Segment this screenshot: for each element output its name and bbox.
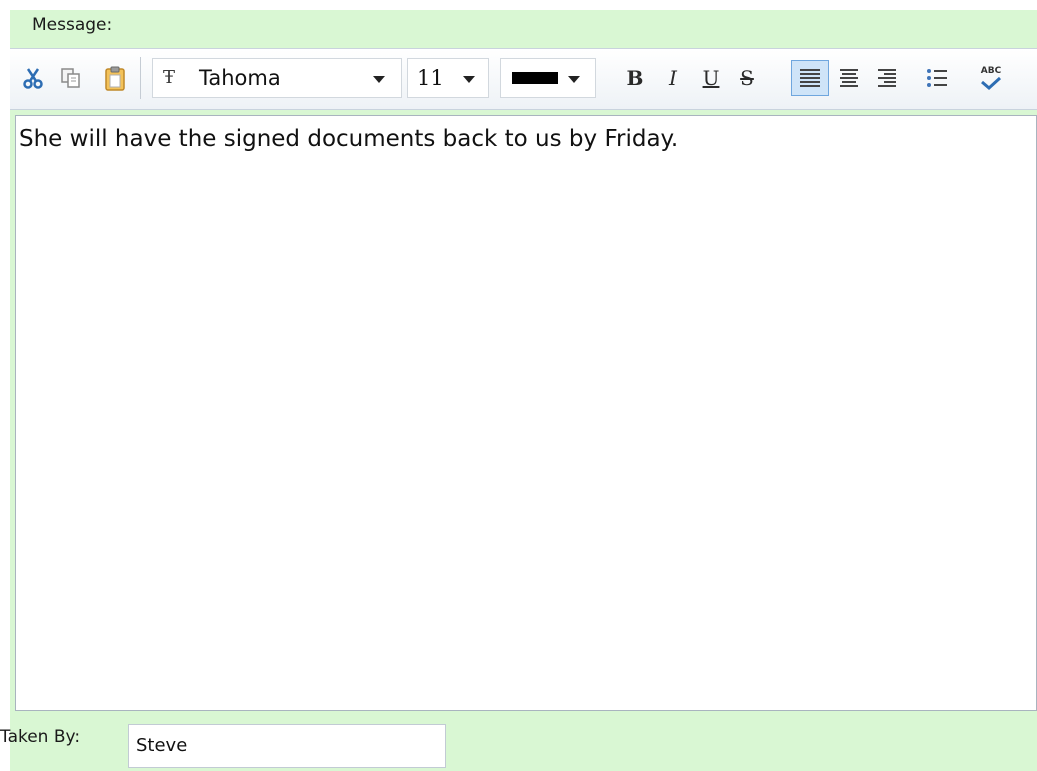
chevron-down-icon	[463, 76, 475, 83]
formatting-toolbar: Ŧ Tahoma 11 B I U S ABC	[10, 48, 1037, 110]
taken-by-label: Taken By:	[0, 727, 81, 747]
bullet-list-button[interactable]	[920, 60, 954, 96]
align-right-icon	[878, 69, 896, 87]
align-right-button[interactable]	[870, 60, 904, 96]
scissors-icon	[23, 68, 43, 89]
message-text: She will have the signed documents back …	[19, 126, 679, 152]
strikethrough-button[interactable]: S	[732, 60, 762, 96]
align-left-button[interactable]	[791, 60, 829, 96]
message-panel: Message: Ŧ Tahoma 11 B I U S ABC She wil…	[10, 10, 1037, 771]
font-size-select[interactable]: 11	[407, 58, 489, 98]
cut-button[interactable]	[18, 60, 48, 96]
message-editor[interactable]: She will have the signed documents back …	[15, 115, 1037, 711]
bold-button[interactable]: B	[620, 60, 650, 96]
spellcheck-button[interactable]: ABC	[973, 60, 1009, 96]
font-size-value: 11	[417, 66, 444, 90]
italic-button[interactable]: I	[658, 60, 688, 96]
align-center-button[interactable]	[832, 60, 866, 96]
underline-button[interactable]: U	[696, 60, 726, 96]
bullet-list-icon	[927, 69, 947, 87]
paste-button[interactable]	[100, 60, 130, 96]
copy-icon	[61, 68, 80, 88]
font-icon: Ŧ	[163, 67, 176, 88]
spellcheck-label: ABC	[980, 66, 1002, 76]
font-family-value: Tahoma	[199, 66, 281, 90]
copy-button[interactable]	[56, 60, 86, 96]
color-swatch	[512, 72, 558, 84]
taken-by-field[interactable]: Steve	[128, 724, 446, 768]
chevron-down-icon	[568, 76, 580, 83]
checkmark-icon	[981, 76, 1002, 90]
text-color-select[interactable]	[500, 58, 596, 98]
align-center-icon	[840, 69, 858, 87]
message-label: Message:	[32, 15, 113, 35]
align-left-icon	[800, 69, 820, 87]
font-family-select[interactable]: Ŧ Tahoma	[152, 58, 402, 98]
chevron-down-icon	[373, 76, 385, 83]
paste-icon	[105, 66, 125, 91]
toolbar-separator	[140, 57, 141, 99]
